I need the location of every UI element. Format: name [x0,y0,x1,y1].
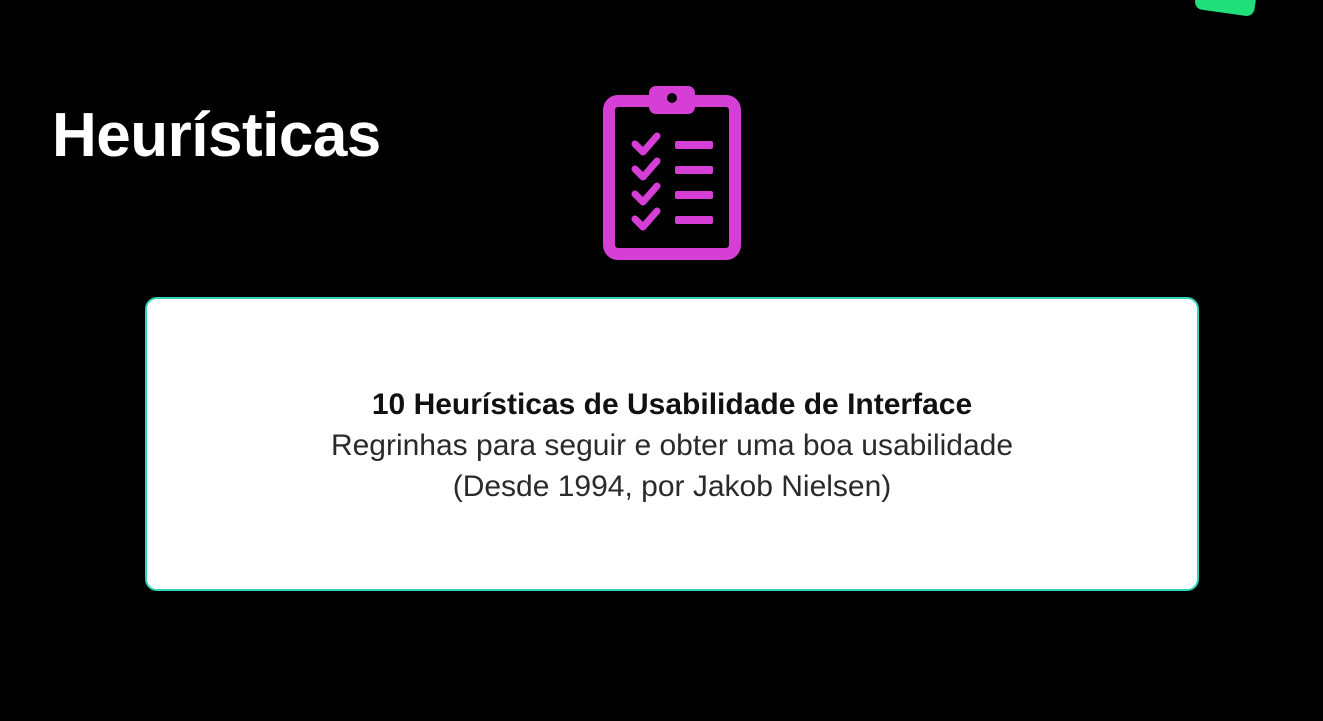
info-card: 10 Heurísticas de Usabilidade de Interfa… [145,297,1199,591]
card-subtitle: Regrinhas para seguir e obter uma boa us… [330,429,1014,462]
card-text-block: 10 Heurísticas de Usabilidade de Interfa… [147,385,1197,507]
corner-accent-shape [1193,0,1259,18]
card-heading: 10 Heurísticas de Usabilidade de Interfa… [371,388,973,421]
slide-title: Heurísticas [52,101,381,170]
clipboard-checklist-icon [603,84,741,260]
card-attribution: (Desde 1994, por Jakob Nielsen) [452,470,892,503]
